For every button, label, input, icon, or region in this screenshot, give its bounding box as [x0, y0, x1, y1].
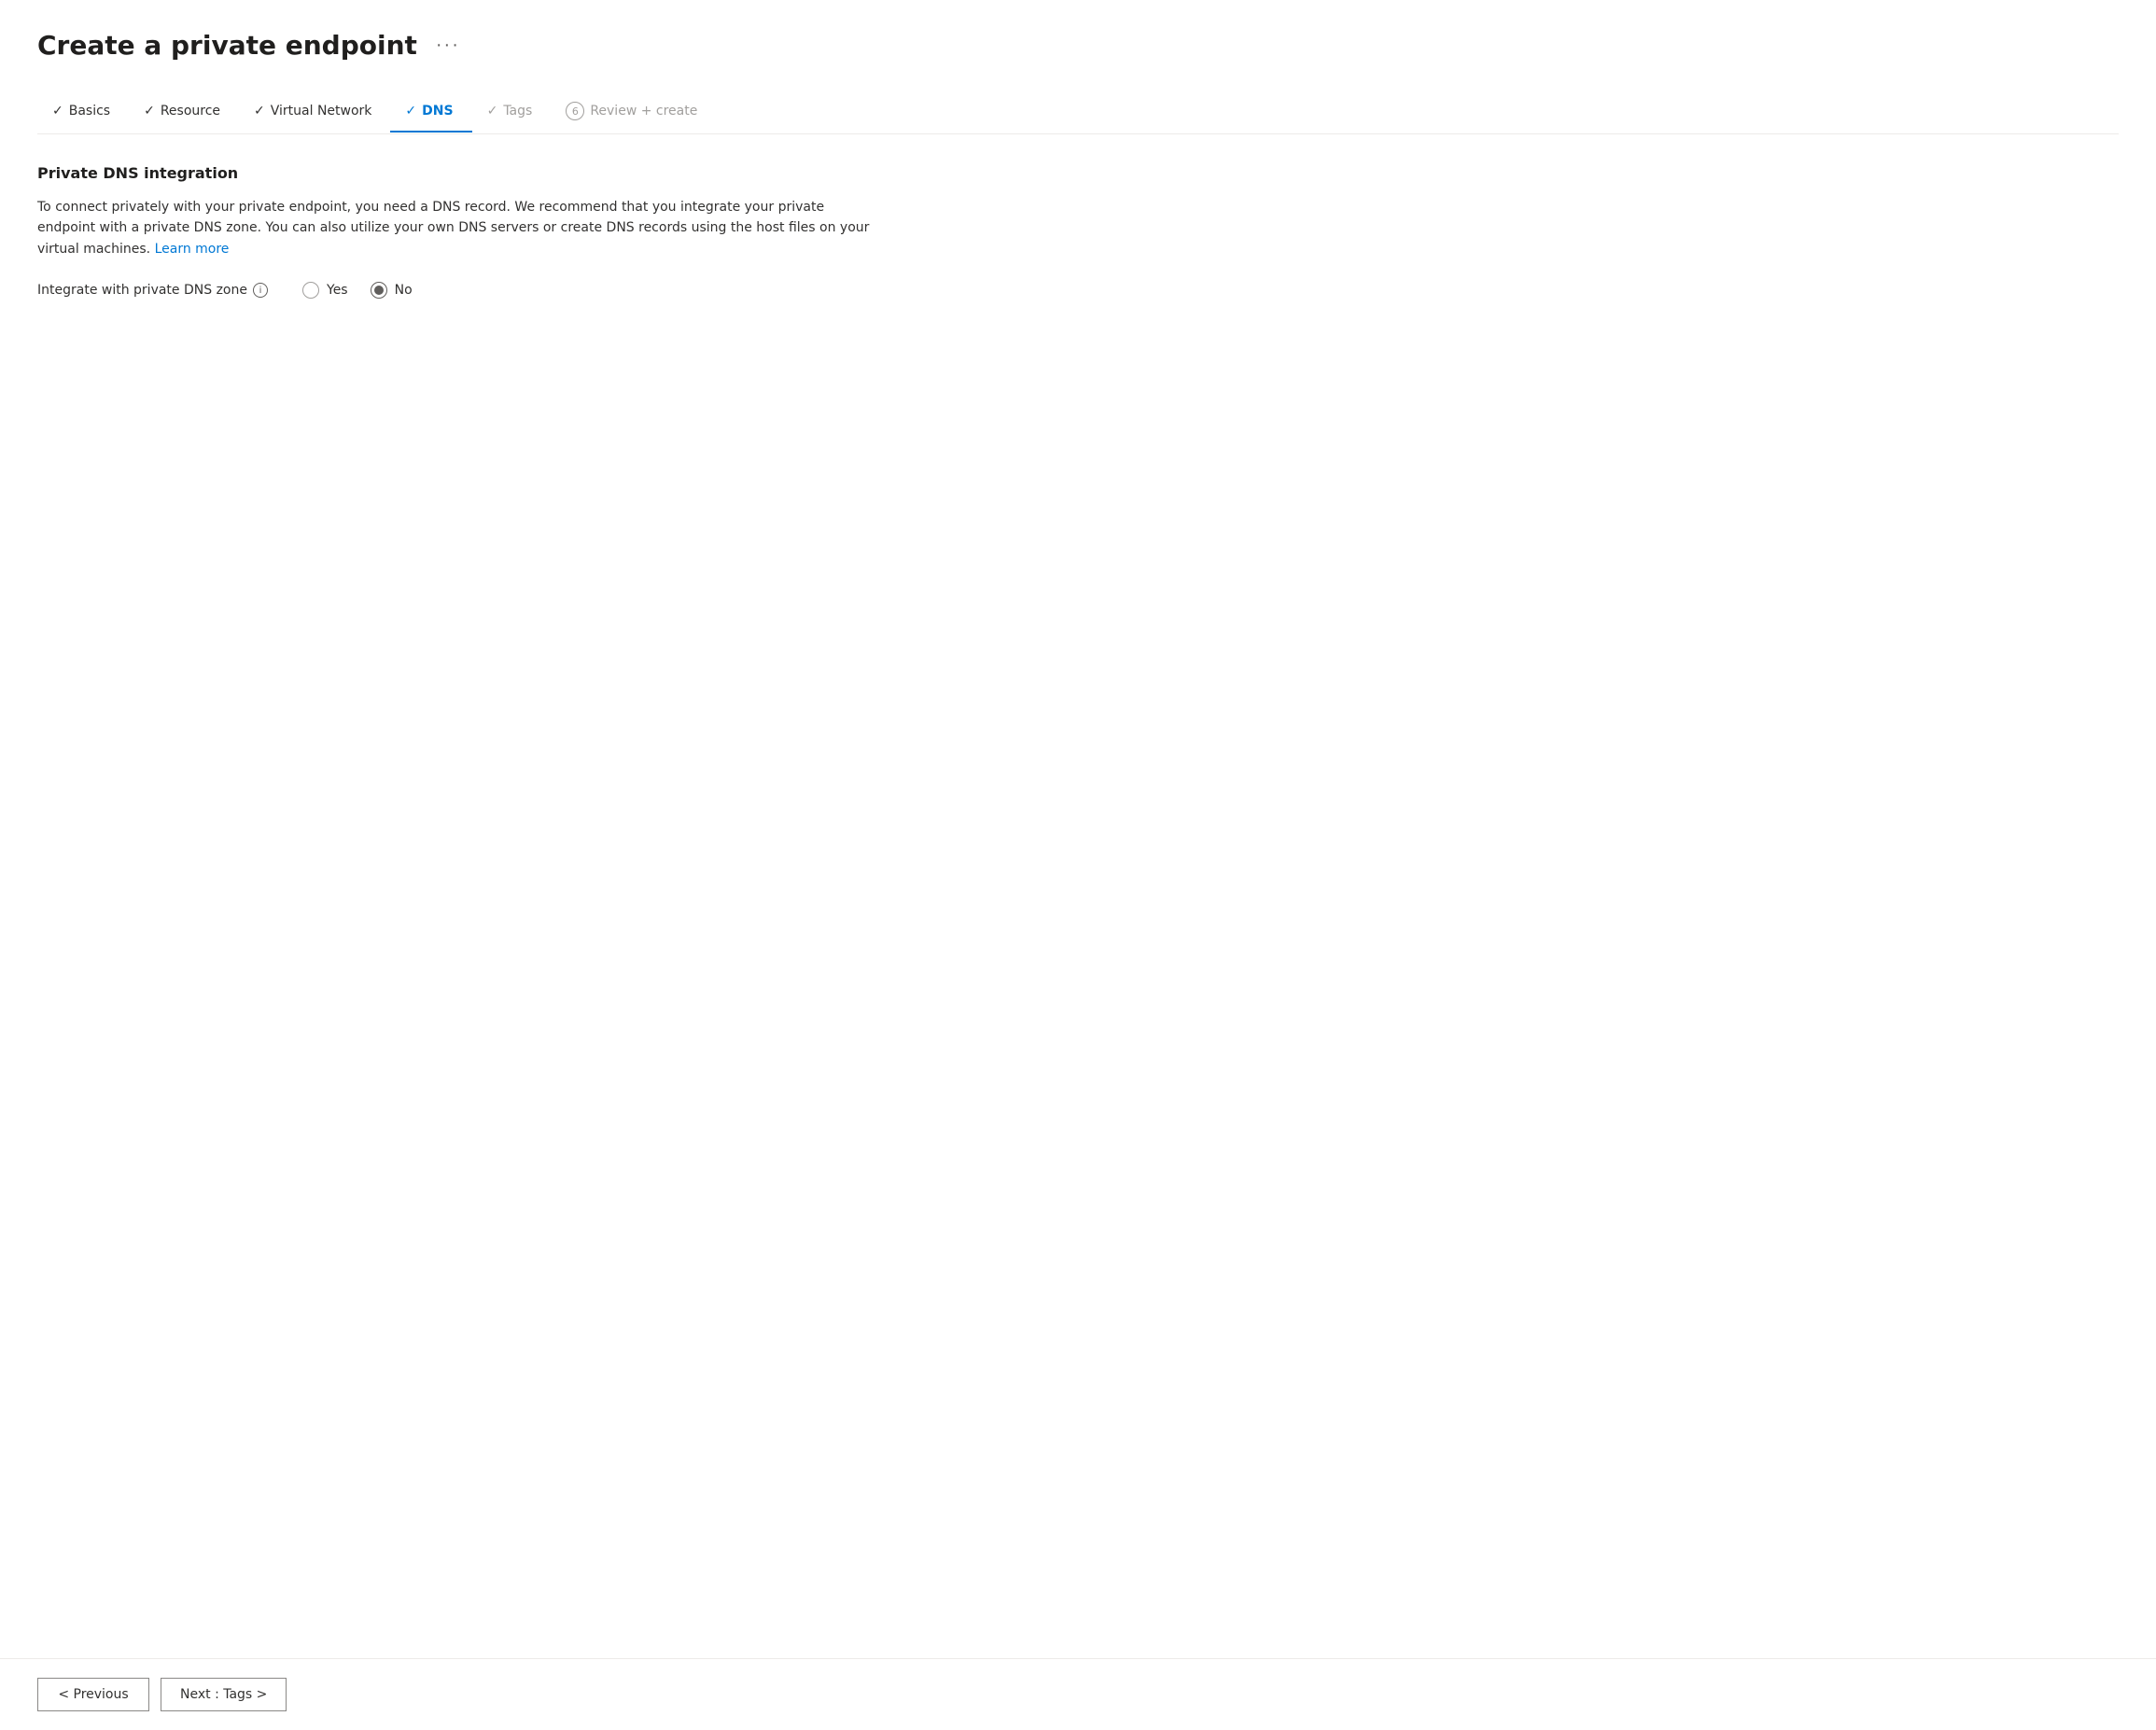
dns-check-icon: ✓: [405, 104, 416, 119]
radio-no-label: No: [395, 283, 413, 298]
tab-virtual-network-label: Virtual Network: [271, 104, 372, 119]
page-title-row: Create a private endpoint ···: [37, 30, 2119, 61]
tab-resource[interactable]: ✓ Resource: [129, 92, 239, 132]
radio-yes-label: Yes: [327, 283, 348, 298]
radio-yes-option[interactable]: Yes: [302, 282, 348, 299]
content-area: Private DNS integration To connect priva…: [37, 164, 877, 1621]
section-title: Private DNS integration: [37, 164, 877, 182]
field-label-text: Integrate with private DNS zone: [37, 283, 247, 298]
tab-dns[interactable]: ✓ DNS: [390, 92, 471, 132]
previous-button[interactable]: < Previous: [37, 1678, 149, 1711]
tab-basics-label: Basics: [69, 104, 110, 119]
radio-group: Yes No: [302, 282, 413, 299]
description-text: To connect privately with your private e…: [37, 197, 877, 259]
steps-nav: ✓ Basics ✓ Resource ✓ Virtual Network ✓ …: [37, 91, 2119, 134]
next-button[interactable]: Next : Tags >: [161, 1678, 287, 1711]
review-create-step-number: 6: [566, 102, 584, 120]
resource-check-icon: ✓: [144, 104, 155, 119]
tab-tags[interactable]: ✓ Tags: [472, 92, 552, 132]
radio-no-option[interactable]: No: [371, 282, 413, 299]
radio-no-inner: [374, 286, 384, 295]
info-icon[interactable]: i: [253, 283, 268, 298]
tab-review-create-label: Review + create: [590, 104, 697, 119]
footer: < Previous Next : Tags >: [0, 1658, 2156, 1730]
integrate-dns-field: Integrate with private DNS zone i Yes No: [37, 282, 877, 299]
tab-dns-label: DNS: [422, 104, 453, 119]
tab-basics[interactable]: ✓ Basics: [37, 92, 129, 132]
tab-virtual-network[interactable]: ✓ Virtual Network: [239, 92, 390, 132]
more-options-button[interactable]: ···: [428, 31, 468, 60]
radio-yes-input[interactable]: [302, 282, 319, 299]
page-container: Create a private endpoint ··· ✓ Basics ✓…: [0, 0, 2156, 1658]
virtual-network-check-icon: ✓: [254, 104, 265, 119]
tags-check-icon: ✓: [487, 104, 498, 119]
learn-more-link[interactable]: Learn more: [155, 242, 230, 257]
tab-review-create[interactable]: 6 Review + create: [551, 91, 716, 133]
tab-resource-label: Resource: [161, 104, 220, 119]
basics-check-icon: ✓: [52, 104, 63, 119]
field-label-container: Integrate with private DNS zone i: [37, 283, 280, 298]
radio-no-input[interactable]: [371, 282, 387, 299]
tab-tags-label: Tags: [503, 104, 532, 119]
page-title: Create a private endpoint: [37, 30, 417, 61]
